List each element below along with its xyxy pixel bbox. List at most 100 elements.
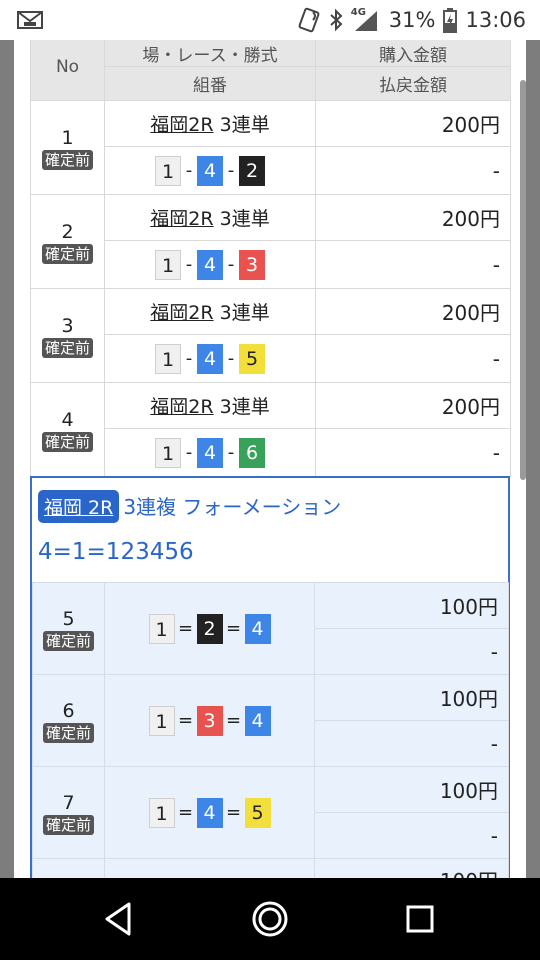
status-badge: 確定前 [41, 431, 93, 452]
combination-cell: 1 = 4 = 5 [104, 766, 315, 859]
status-bar: 4G 31% 13:06 [0, 0, 540, 40]
status-badge: 確定前 [41, 243, 93, 264]
header-purchase: 購入金額 [315, 40, 511, 67]
boat-number: 4 [197, 437, 223, 468]
payout-amount: - [315, 240, 511, 289]
formation-block: 福岡 2R 3連複 フォーメーション 4=1=123456 5 確定前 1 = 2 = 4… [30, 476, 510, 878]
race-place-link[interactable]: 福岡2R [150, 396, 213, 418]
bluetooth-icon [329, 8, 343, 32]
combo-separator: - [185, 348, 193, 369]
combination-cell [104, 858, 315, 878]
combo-separator: - [185, 442, 193, 463]
table-row[interactable]: 100円 [32, 858, 509, 878]
network-type: 4G [350, 7, 366, 18]
header-payout: 払戻金額 [315, 66, 511, 101]
row-number: 6 [62, 699, 75, 722]
row-number: 7 [62, 791, 75, 814]
row-number: 4 [61, 408, 74, 431]
boat-number: 1 [148, 705, 175, 736]
row-no-cell [32, 858, 105, 878]
bet-list-sheet[interactable]: No 場・レース・勝式 購入金額 組番 払戻金額 1 確定前 福岡2R 3連単 … [14, 40, 526, 878]
row-number: 2 [61, 220, 74, 243]
boat-number: 1 [155, 343, 181, 374]
race-place-link[interactable]: 福岡2R [150, 302, 213, 324]
payout-amount: - [315, 428, 511, 477]
boat-number: 1 [155, 437, 181, 468]
scrollbar[interactable] [520, 80, 526, 480]
row-no-cell: 6 確定前 [32, 674, 105, 767]
combo-separator: = [225, 802, 242, 823]
combo-separator: - [227, 442, 235, 463]
race-cell[interactable]: 福岡2R 3連単 [104, 100, 316, 147]
race-place-link[interactable]: 福岡2R [150, 208, 213, 230]
table-row[interactable]: 1 確定前 福岡2R 3連単 200円 [30, 100, 511, 195]
combo-separator: = [177, 710, 194, 731]
table-row[interactable]: 7 確定前 1 = 4 = 5 100円 [32, 766, 509, 859]
background-edge-left [0, 40, 14, 878]
race-cell[interactable]: 福岡2R 3連単 [104, 382, 316, 429]
boat-number: 5 [239, 343, 265, 374]
table-row[interactable]: 6 確定前 1 = 3 = 4 100円 [32, 674, 509, 767]
payout-amount: - [314, 812, 509, 859]
payout-amount: - [314, 720, 509, 767]
table-row[interactable]: 5 確定前 1 = 2 = 4 100円 [32, 582, 509, 675]
status-badge: 確定前 [41, 149, 93, 170]
boat-number: 4 [197, 343, 223, 374]
combo-separator: = [225, 710, 242, 731]
row-no-cell: 2 確定前 [30, 194, 105, 289]
combo-separator: - [227, 348, 235, 369]
combo-separator: = [225, 618, 242, 639]
boat-number: 4 [244, 705, 271, 736]
boat-number: 4 [244, 613, 271, 644]
race-place-link[interactable]: 福岡2R [150, 114, 213, 136]
race-cell[interactable]: 福岡2R 3連単 [104, 194, 316, 241]
boat-number: 1 [148, 613, 175, 644]
payout-amount: - [314, 628, 509, 675]
boat-number: 1 [148, 797, 175, 828]
race-cell[interactable]: 福岡2R 3連単 [104, 288, 316, 335]
combination-cell: 1-4-2 [104, 146, 316, 195]
battery-percentage: 31% [388, 8, 436, 32]
purchase-amount: 200円 [315, 100, 511, 147]
boat-number: 5 [244, 797, 271, 828]
bet-type: 3連単 [219, 208, 270, 230]
boat-number: 4 [196, 797, 223, 828]
bet-type: 3連単 [219, 302, 270, 324]
background-edge-right [524, 40, 540, 878]
formation-title: 3連複 フォーメーション [123, 495, 342, 519]
table-row[interactable]: 3 確定前 福岡2R 3連単 200円 [30, 288, 511, 383]
combo-separator: - [227, 160, 235, 181]
purchase-amount: 200円 [315, 382, 511, 429]
purchase-amount: 100円 [314, 674, 509, 721]
boat-number: 3 [196, 705, 223, 736]
purchase-amount: 100円 [314, 582, 509, 629]
formation-table: 5 確定前 1 = 2 = 4 100円 - 6 確定前 1 = 3 = 4 1… [32, 582, 509, 878]
payout-amount: - [315, 334, 511, 383]
bet-table: No 場・レース・勝式 購入金額 組番 払戻金額 1 確定前 福岡2R 3連単 … [30, 40, 511, 477]
purchase-amount: 100円 [314, 766, 509, 813]
formation-race-link[interactable]: 福岡 2R [38, 490, 120, 523]
payout-amount: - [315, 146, 511, 195]
purchase-amount: 200円 [315, 194, 511, 241]
combo-separator: = [177, 802, 194, 823]
combo-separator: - [185, 254, 193, 275]
boat-number: 1 [155, 155, 181, 186]
header-no: No [30, 40, 105, 101]
row-no-cell: 3 確定前 [30, 288, 105, 383]
table-row[interactable]: 2 確定前 福岡2R 3連単 200円 [30, 194, 511, 289]
status-badge: 確定前 [42, 814, 94, 835]
combo-separator: - [185, 160, 193, 181]
row-number: 3 [61, 314, 74, 337]
row-no-cell: 7 確定前 [32, 766, 105, 859]
header-race: 場・レース・勝式 [104, 40, 316, 67]
back-icon[interactable] [99, 898, 141, 940]
bet-type: 3連単 [219, 396, 270, 418]
table-row[interactable]: 4 確定前 福岡2R 3連単 200円 [30, 382, 511, 477]
boat-number: 2 [239, 155, 265, 186]
combination-cell: 1-4-3 [104, 240, 316, 289]
home-icon[interactable] [249, 898, 291, 940]
combination-cell: 1 = 3 = 4 [104, 674, 315, 767]
recents-icon[interactable] [399, 898, 441, 940]
navigation-bar [0, 878, 540, 960]
purchase-amount: 200円 [315, 288, 511, 335]
